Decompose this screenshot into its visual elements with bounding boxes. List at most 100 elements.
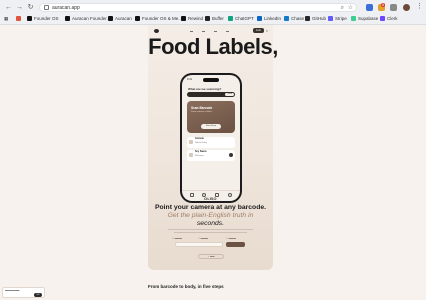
bookmark-label: Auracan Founder... — [72, 16, 111, 21]
extension-icon[interactable] — [366, 4, 373, 11]
phone-search-bar: Scan — [187, 92, 235, 97]
bookmark-favicon — [65, 15, 70, 21]
reload-icon[interactable]: ↻ — [26, 3, 35, 12]
section-heading: From barcode to body, in five steps — [148, 284, 224, 289]
bookmark-item[interactable]: Chase — [284, 15, 304, 23]
feature-check-icon: ✓ ▬▬▬ — [198, 237, 208, 240]
phone-row-subtitle: Nature Valley — [195, 142, 207, 144]
close-icon[interactable]: × — [266, 28, 268, 33]
bookmark-label: Supabase — [358, 16, 379, 21]
bookmark-item[interactable]: Stripe — [328, 15, 347, 23]
profile-icon — [228, 193, 232, 197]
brand-wordmark: OLBO — [204, 196, 217, 201]
bookmark-label: Founder OS & Me... — [142, 16, 183, 21]
phone-scan-button: Start Scan — [201, 124, 221, 129]
home-icon — [190, 193, 194, 197]
signup-button[interactable] — [226, 242, 245, 247]
nav-cta-button[interactable]: Join — [252, 28, 264, 33]
hero-blurb — [160, 228, 261, 234]
bookmark-label: ChatGPT — [235, 16, 254, 21]
phone-list-item: Soy Sauce Kikkoman — [187, 150, 235, 161]
cookie-text: ▬▬▬▬▬▬ — [5, 289, 20, 292]
product-icon — [189, 153, 193, 157]
bookmark-label: LinkedIn — [264, 16, 282, 21]
phone-row-title: Granola — [195, 138, 204, 140]
site-info-icon[interactable] — [44, 5, 49, 10]
bookmark-label: GitHub — [312, 16, 327, 21]
phone-scan-title: Scan Barcode — [191, 106, 213, 110]
bookmark-item[interactable]: Founder OS — [27, 15, 59, 23]
feature-row: ✓ ▬▬▬ ✓ ▬▬▬ ✓ ▬▬▬ — [160, 237, 261, 241]
bookmark-label: Chase — [291, 16, 305, 21]
bookmark-item[interactable]: Rewind — [181, 15, 203, 23]
bookmark-item[interactable]: GitHub — [305, 15, 326, 23]
profile-avatar[interactable] — [403, 4, 410, 11]
phone-scan-subtitle: Point camera at label — [191, 111, 212, 113]
product-icon — [189, 140, 193, 144]
blurb-line — [174, 231, 247, 233]
bookmark-apps-icon[interactable]: ▦ — [4, 15, 8, 23]
email-field[interactable] — [175, 242, 223, 247]
bookmark-favicon — [328, 15, 333, 21]
bookmark-star-icon[interactable]: ☆ — [348, 4, 353, 12]
bookmark-favicon — [181, 15, 186, 21]
phone-scan-card: Scan Barcode Point camera at label Start… — [187, 101, 235, 133]
bookmark-item[interactable]: Auracan — [108, 15, 132, 23]
address-bar[interactable]: auracan.app ⌕ ☆ — [39, 3, 357, 12]
feature-check-icon: ✓ ▬▬▬ — [226, 237, 236, 240]
bookmark-favicon — [305, 15, 310, 21]
bookmark-favicon — [205, 15, 210, 21]
bookmark-item[interactable]: Supabase — [351, 15, 378, 23]
bookmark-item[interactable]: Founder OS & Me... — [135, 15, 182, 23]
phone-time: 9:41 — [187, 78, 192, 81]
phone-list-item: Granola Nature Valley — [187, 137, 235, 148]
bookmarks-bar: ▦ Founder OS Auracan Founder... Auracan … — [0, 14, 426, 24]
phone-row-subtitle: Kikkoman — [195, 155, 204, 157]
bookmark-label: Auracan — [115, 16, 132, 21]
tagline-tertiary: seconds. — [196, 220, 225, 227]
bookmark-favicon — [284, 15, 289, 21]
forward-icon[interactable]: → — [15, 3, 24, 12]
url-text: auracan.app — [52, 5, 80, 11]
site-logo[interactable] — [154, 29, 159, 33]
scroll-indicator[interactable]: ⌄ ▬▬ — [198, 254, 224, 259]
cookie-accept-button[interactable]: OK — [34, 293, 42, 297]
phone-notch — [203, 78, 219, 82]
back-icon[interactable]: ← — [4, 3, 13, 12]
bookmark-item[interactable]: Auracan Founder... — [65, 15, 110, 23]
bookmark-label: Clerk — [387, 16, 398, 21]
bookmark-favicon — [228, 15, 233, 21]
browser-toolbar: ← → ↻ auracan.app ⌕ ☆ 6 ⋮ ▦ Founder OS A… — [0, 0, 426, 25]
bookmark-favicon — [16, 15, 21, 21]
bookmark-item[interactable] — [16, 15, 23, 23]
bookmark-label: Buffer — [212, 16, 224, 21]
feature-check-icon: ✓ ▬▬▬ — [172, 237, 182, 240]
bookmark-label: Stripe — [335, 16, 347, 21]
bookmark-favicon — [135, 15, 140, 21]
bookmark-item[interactable]: ChatGPT — [228, 15, 254, 23]
extensions-puzzle-icon[interactable] — [390, 4, 397, 11]
bookmark-item[interactable]: Buffer — [205, 15, 224, 23]
bookmark-favicon — [108, 15, 113, 21]
bookmark-favicon — [351, 15, 356, 21]
tagline-secondary: Get the plain-English truth in — [167, 212, 254, 219]
bookmark-item[interactable]: LinkedIn — [257, 15, 281, 23]
browser-menu-icon[interactable]: ⋮ — [416, 3, 423, 11]
zoom-icon[interactable]: ⌕ — [341, 4, 344, 12]
phone-mockup: 9:41 What are we scanning? Scan Scan Bar… — [180, 73, 242, 203]
phone-search-button: Scan — [225, 93, 234, 96]
phone-screen: 9:41 What are we scanning? Scan Scan Bar… — [182, 75, 240, 201]
phone-row-title: Soy Sauce — [195, 151, 207, 153]
hero-headline: Food Labels, — [148, 34, 278, 59]
phone-question: What are we scanning? — [188, 87, 222, 91]
bookmark-label: Founder OS — [34, 16, 59, 21]
bookmark-favicon — [257, 15, 262, 21]
cookie-banner: ▬▬▬▬▬▬ OK — [2, 287, 45, 298]
tagline-primary: Point your camera at any barcode. — [154, 204, 267, 211]
bookmark-label: Rewind — [188, 16, 204, 21]
bookmark-favicon — [27, 15, 32, 21]
bookmark-item[interactable]: Clerk — [380, 15, 398, 23]
blurb-line — [168, 229, 253, 230]
bookmark-favicon — [380, 15, 385, 21]
signup-form — [175, 242, 245, 247]
